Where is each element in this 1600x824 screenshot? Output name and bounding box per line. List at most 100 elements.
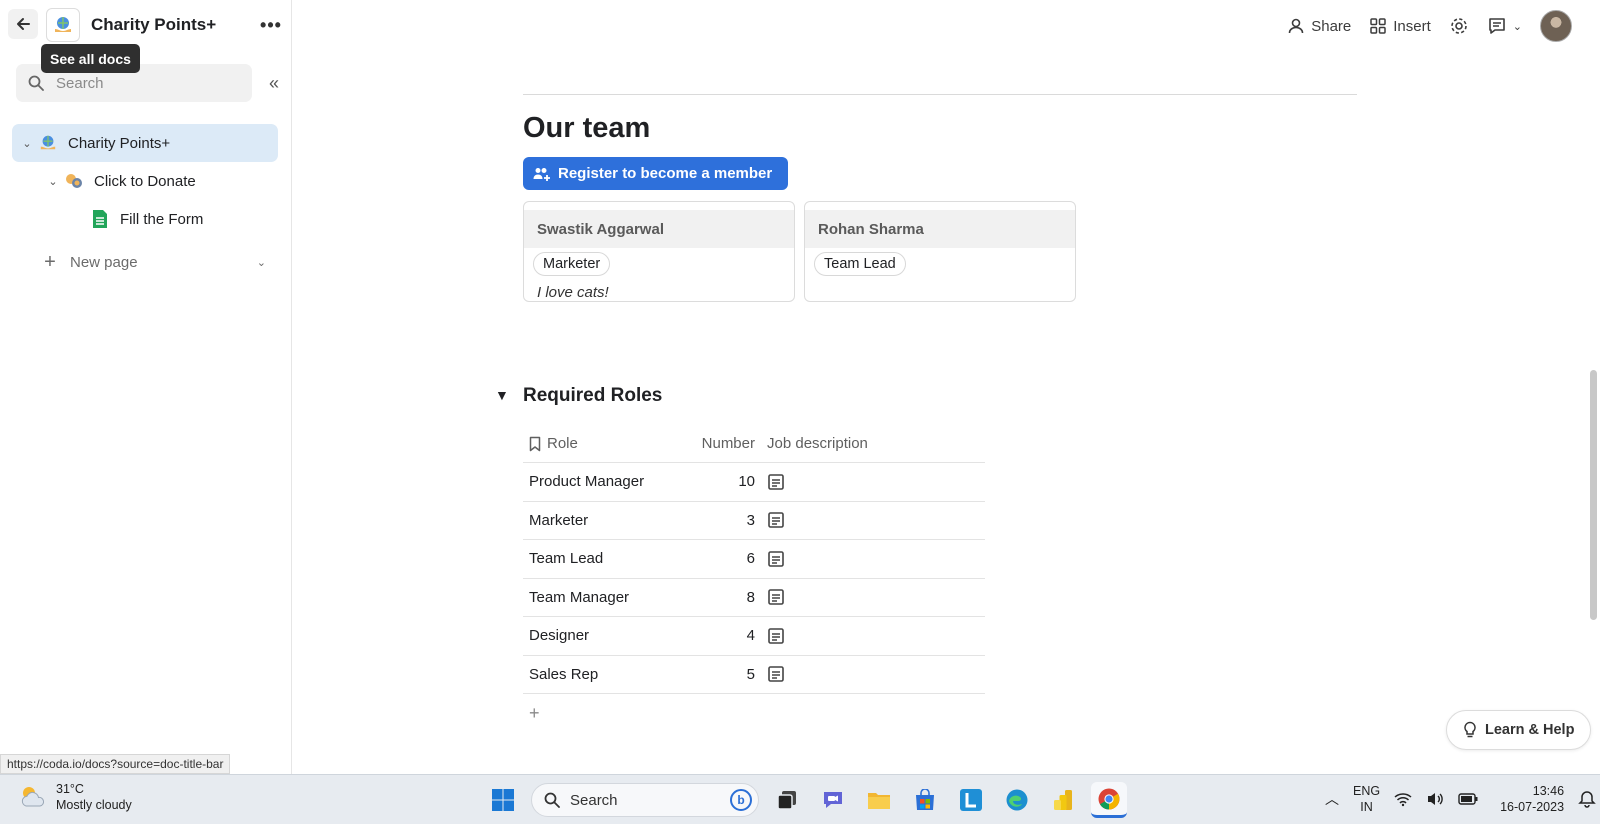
text-note-icon[interactable] [767, 627, 785, 645]
tooltip: See all docs [41, 44, 140, 73]
chevron-down-icon[interactable]: ⌄ [18, 137, 36, 150]
text-note-icon[interactable] [767, 665, 785, 683]
column-header-description[interactable]: Job description [757, 435, 985, 452]
back-button[interactable] [8, 9, 38, 39]
settings-gear-icon[interactable] [1449, 16, 1469, 36]
spreadsheet-icon [88, 209, 112, 229]
cell-role: Team Manager [529, 588, 630, 606]
weather-temp: 31°C [56, 782, 84, 796]
sidebar-item-label: Fill the Form [120, 210, 204, 228]
see-all-docs-button[interactable] [46, 8, 80, 42]
cell-number: 6 [746, 550, 755, 568]
table-row[interactable]: Team Manager 8 [523, 579, 985, 617]
comments-button[interactable]: ⌄ [1487, 16, 1522, 36]
member-name: Rohan Sharma [805, 210, 1075, 248]
insert-button[interactable]: Insert [1369, 17, 1431, 35]
windows-start-icon[interactable] [485, 782, 521, 818]
notification-bell-icon[interactable] [1578, 790, 1596, 808]
roles-table: Role Number Job description Product Mana… [523, 425, 985, 694]
chrome-browser-icon[interactable] [1091, 782, 1127, 818]
text-note-icon[interactable] [767, 550, 785, 568]
collapse-toggle-icon[interactable]: ▼ [495, 387, 509, 403]
cell-number: 8 [746, 588, 755, 606]
sidebar: Charity Points+ ••• See all docs « ⌄ Cha… [0, 0, 292, 774]
search-icon [544, 792, 560, 808]
new-page-label: New page [70, 253, 138, 271]
system-tray: ︿ ENG IN 13:46 16-07-2023 [1325, 783, 1596, 815]
search-input[interactable] [56, 74, 226, 92]
status-url: https://coda.io/docs?source=doc-title-ba… [0, 754, 231, 774]
table-row[interactable]: Marketer 3 [523, 502, 985, 540]
sidebar-item-charity-points[interactable]: ⌄ Charity Points+ [12, 124, 278, 162]
table-row[interactable]: Product Manager 10 [523, 463, 985, 502]
wifi-icon[interactable] [1394, 791, 1412, 807]
table-row[interactable]: Team Lead 6 [523, 540, 985, 579]
sidebar-item-click-to-donate[interactable]: ⌄ Click to Donate [38, 162, 278, 200]
power-bi-icon[interactable] [1045, 782, 1081, 818]
team-member-card[interactable]: Swastik Aggarwal Marketer I love cats! [523, 201, 795, 302]
globe-hands-icon [36, 133, 60, 153]
plus-icon: + [44, 250, 56, 273]
page-heading: Our team [523, 112, 651, 144]
cell-role: Designer [529, 627, 590, 645]
comment-icon [1488, 18, 1505, 34]
scrollbar[interactable] [1590, 370, 1597, 620]
sidebar-item-label: Click to Donate [94, 172, 196, 190]
column-header-number[interactable]: Number [699, 435, 757, 452]
member-quote: I love cats! [537, 284, 609, 301]
add-row-button[interactable]: + [529, 703, 540, 724]
arrow-left-icon [17, 18, 30, 30]
bookmark-icon [529, 436, 541, 451]
text-note-icon[interactable] [767, 588, 785, 606]
teams-chat-icon[interactable] [815, 782, 851, 818]
more-options-icon[interactable]: ••• [258, 12, 284, 38]
volume-icon[interactable] [1426, 791, 1444, 807]
table-header: Role Number Job description [523, 425, 985, 463]
bing-icon[interactable]: b [730, 789, 752, 811]
avatar[interactable] [1540, 10, 1572, 42]
text-note-icon[interactable] [767, 511, 785, 529]
task-view-icon[interactable] [769, 782, 805, 818]
file-explorer-icon[interactable] [861, 782, 897, 818]
person-icon [1288, 18, 1304, 34]
cloud-sun-icon [21, 787, 44, 807]
collapse-sidebar-icon[interactable]: « [262, 71, 286, 95]
new-page-button[interactable]: + New page ⌄ [38, 243, 278, 281]
section-divider [523, 94, 1357, 95]
cell-number: 10 [738, 473, 755, 491]
doc-title[interactable]: Charity Points+ [91, 15, 216, 35]
language-indicator[interactable]: ENG IN [1353, 783, 1380, 815]
text-note-icon[interactable] [767, 473, 785, 491]
cell-role: Sales Rep [529, 665, 599, 683]
globe-hands-icon [55, 17, 71, 32]
chevron-down-icon[interactable]: ⌄ [257, 256, 266, 269]
coins-icon [62, 171, 86, 191]
table-row[interactable]: Sales Rep 5 [523, 656, 985, 694]
register-member-button[interactable]: Register to become a member [523, 157, 789, 190]
edge-browser-icon[interactable] [999, 782, 1035, 818]
chevron-down-icon[interactable]: ⌄ [44, 175, 62, 188]
table-row[interactable]: Designer 4 [523, 617, 985, 656]
clock[interactable]: 13:46 16-07-2023 [1500, 783, 1564, 815]
share-button[interactable]: Share [1287, 17, 1351, 35]
l-app-icon[interactable] [953, 782, 989, 818]
cell-number: 3 [746, 511, 755, 529]
cell-role: Team Lead [529, 550, 604, 568]
learn-help-button[interactable]: Learn & Help [1446, 710, 1592, 750]
battery-icon[interactable] [1458, 793, 1478, 805]
role-chip: Team Lead [814, 252, 906, 276]
add-people-icon [533, 167, 550, 181]
sidebar-item-label: Charity Points+ [68, 134, 171, 152]
grid-icon [1370, 18, 1387, 34]
chevron-up-icon[interactable]: ︿ [1325, 789, 1339, 809]
column-header-role[interactable]: Role [523, 435, 699, 452]
sidebar-item-fill-the-form[interactable]: Fill the Form [64, 200, 278, 238]
microsoft-store-icon[interactable] [907, 782, 943, 818]
member-name: Swastik Aggarwal [524, 210, 794, 248]
weather-desc: Mostly cloudy [56, 798, 132, 812]
chevron-down-icon: ⌄ [1512, 20, 1522, 33]
cell-role: Marketer [529, 511, 589, 529]
weather-widget[interactable]: 31°C Mostly cloudy [18, 781, 132, 813]
taskbar-search[interactable]: Search b [531, 783, 759, 817]
team-member-card[interactable]: Rohan Sharma Team Lead [804, 201, 1076, 302]
